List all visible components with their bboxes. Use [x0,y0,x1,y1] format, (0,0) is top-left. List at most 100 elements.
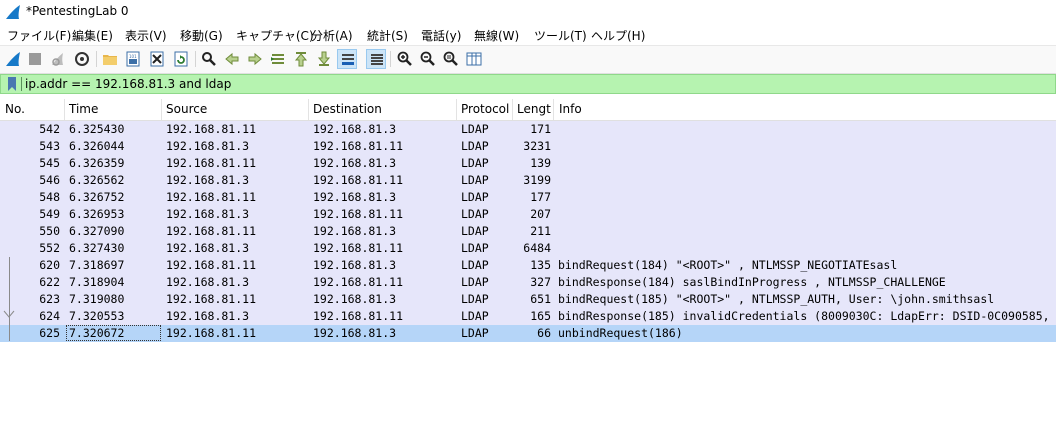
colorize-icon [371,54,383,65]
table-row[interactable]: 550 6.327090 192.168.81.11 192.168.81.3 … [0,223,1056,240]
table-row[interactable]: 545 6.326359 192.168.81.11 192.168.81.3 … [0,155,1056,172]
packet-list-empty-area [0,342,1056,446]
zoom-in-button[interactable] [395,49,415,69]
menu-tools[interactable]: ツール(T) [534,27,587,44]
column-divider[interactable] [553,99,554,120]
column-divider[interactable] [456,99,457,120]
restart-capture-button[interactable] [48,49,68,69]
toolbar-separator [96,51,97,67]
resize-columns-button[interactable] [464,49,484,69]
table-row[interactable]: 620 7.318697 192.168.81.11 192.168.81.3 … [0,257,1056,274]
go-to-packet-icon [271,54,284,64]
title-bar: *PentestingLab 0 [0,0,1056,24]
filter-bookmark-icon[interactable] [4,76,20,92]
cell-info: unbindRequest(186) [558,326,683,340]
menu-help[interactable]: ヘルプ(H) [591,27,645,44]
go-back-icon [225,52,239,66]
table-row[interactable]: 549 6.326953 192.168.81.3 192.168.81.11 … [0,206,1056,223]
save-file-button[interactable]: 101 [123,49,143,69]
cell-length: 66 [537,326,551,340]
column-divider[interactable] [161,99,162,120]
go-first-icon [294,52,308,67]
go-back-button[interactable] [222,49,242,69]
cell-length: 327 [530,275,551,289]
menu-edit[interactable]: 編集(E) [72,27,113,44]
cell-length: 139 [530,156,551,170]
table-row[interactable]: 542 6.325430 192.168.81.11 192.168.81.3 … [0,121,1056,138]
filter-separator [21,77,22,91]
column-header-no[interactable]: No. [5,102,25,116]
stop-capture-button[interactable] [25,49,45,69]
stop-capture-icon [29,53,41,65]
cell-length: 211 [530,224,551,238]
table-row[interactable]: 543 6.326044 192.168.81.3 192.168.81.11 … [0,138,1056,155]
display-filter-bar[interactable]: ip.addr == 192.168.81.3 and ldap [0,74,1056,94]
svg-text:101: 101 [129,54,137,59]
column-header-info[interactable]: Info [559,102,582,116]
go-forward-button[interactable] [245,49,265,69]
cell-info: bindRequest(185) "<ROOT>" , NTLMSSP_AUTH… [558,292,995,306]
cell-length: 177 [530,190,551,204]
cell-length: 207 [530,207,551,221]
related-packet-marker-icon [3,310,15,318]
menu-capture[interactable]: キャプチャ(C) [236,27,314,44]
table-row[interactable]: 624 7.320553 192.168.81.3 192.168.81.11 … [0,308,1056,325]
reload-file-button[interactable] [171,49,191,69]
cell-info: bindResponse(185) invalidCredentials (80… [558,309,1050,323]
menu-go[interactable]: 移動(G) [180,27,223,44]
menu-bar: ファイル(F) 編集(E) 表示(V) 移動(G) キャプチャ(C) 分析(A)… [0,24,1056,44]
table-row[interactable]: 546 6.326562 192.168.81.3 192.168.81.11 … [0,172,1056,189]
window-title: *PentestingLab 0 [26,4,129,18]
cell-length: 651 [530,292,551,306]
autoscroll-button[interactable] [337,49,357,69]
cell-info: bindResponse(184) saslBindInProgress , N… [558,275,946,289]
packet-list: 542 6.325430 192.168.81.11 192.168.81.3 … [0,121,1056,342]
column-divider[interactable] [512,99,513,120]
go-first-button[interactable] [291,49,311,69]
colorize-button[interactable] [366,49,386,69]
normal-size-icon [443,51,458,66]
start-capture-button[interactable] [3,49,23,69]
go-forward-icon [248,52,262,66]
column-header-destination[interactable]: Destination [313,102,382,116]
column-header-length[interactable]: Length [517,102,551,116]
close-file-button[interactable] [147,49,167,69]
main-toolbar: 101 [0,45,1056,74]
capture-options-button[interactable] [72,49,92,69]
column-header-protocol[interactable]: Protocol [461,102,509,116]
column-header-source[interactable]: Source [166,102,207,116]
menu-view[interactable]: 表示(V) [125,27,167,44]
column-header-time[interactable]: Time [69,102,98,116]
zoom-out-button[interactable] [418,49,438,69]
table-row-selected[interactable]: 625 7.320672 192.168.81.11 192.168.81.3 … [0,325,1056,342]
table-row[interactable]: 552 6.327430 192.168.81.3 192.168.81.11 … [0,240,1056,257]
cell-length: 135 [530,258,551,272]
column-divider[interactable] [308,99,309,120]
table-row[interactable]: 548 6.326752 192.168.81.11 192.168.81.3 … [0,189,1056,206]
find-packet-button[interactable] [199,49,219,69]
table-row[interactable]: 622 7.318904 192.168.81.3 192.168.81.11 … [0,274,1056,291]
related-packets-line [9,257,10,341]
column-divider[interactable] [64,99,65,120]
go-to-packet-button[interactable] [268,49,288,69]
restart-capture-icon [52,53,63,66]
toolbar-separator [195,51,196,67]
cell-length: 6484 [523,241,551,255]
menu-wireless[interactable]: 無線(W) [474,27,519,44]
go-last-button[interactable] [314,49,334,69]
reload-file-icon [174,51,188,67]
open-file-button[interactable] [100,49,120,69]
autoscroll-icon [342,54,354,65]
table-row[interactable]: 623 7.319080 192.168.81.11 192.168.81.3 … [0,291,1056,308]
menu-statistics[interactable]: 統計(S) [367,27,408,44]
menu-analyze[interactable]: 分析(A) [311,27,353,44]
display-filter-input[interactable]: ip.addr == 192.168.81.3 and ldap [25,77,231,91]
cell-length: 3231 [523,139,551,153]
cell-length: 165 [530,309,551,323]
cell-length: 3199 [523,173,551,187]
save-file-icon: 101 [126,51,140,67]
normal-size-button[interactable] [441,49,461,69]
zoom-out-icon [420,51,435,66]
menu-telephony[interactable]: 電話(y) [421,27,461,44]
menu-file[interactable]: ファイル(F) [7,27,71,44]
